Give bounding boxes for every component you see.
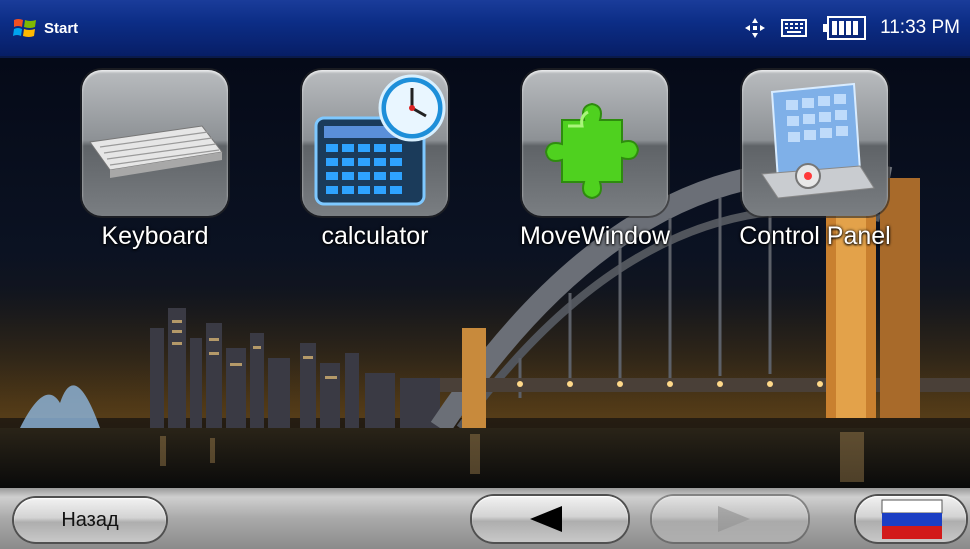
keyboard-icon (89, 125, 223, 178)
calculator-icon (314, 74, 446, 206)
back-button[interactable]: Назад (14, 498, 166, 542)
puzzle-icon (544, 102, 640, 200)
arrow-right-icon (718, 506, 750, 532)
keyboard-tile[interactable] (82, 70, 228, 216)
app-label-control-panel: Control Panel (739, 222, 891, 250)
windows-flag-icon (13, 19, 36, 37)
control-panel-tile[interactable] (742, 70, 888, 216)
movewindow-tile[interactable] (522, 70, 668, 216)
system-tray: 11:33 PM (744, 0, 960, 56)
back-button-label: Назад (61, 509, 119, 531)
arrow-left-icon (530, 506, 562, 532)
app-calculator[interactable]: calculator (275, 70, 475, 251)
desktop: Keyboard calculator MoveWindow Control P… (0, 58, 970, 488)
russian-flag-icon (881, 499, 943, 539)
app-movewindow[interactable]: MoveWindow (495, 70, 695, 251)
screen: Start 11:33 PM Keyboard calculator MoveW… (0, 0, 970, 549)
calculator-tile[interactable] (302, 70, 448, 216)
control-panel-icon (761, 82, 875, 199)
input-panel-icon[interactable] (780, 17, 808, 39)
app-control-panel[interactable]: Control Panel (715, 70, 915, 251)
next-page-button[interactable] (652, 496, 808, 542)
start-button[interactable]: Start (12, 16, 78, 40)
app-label-movewindow: MoveWindow (519, 222, 671, 250)
battery-icon[interactable] (822, 15, 867, 41)
start-label: Start (44, 19, 79, 37)
previous-page-button[interactable] (472, 496, 628, 542)
app-label-keyboard: Keyboard (101, 222, 209, 250)
app-keyboard[interactable]: Keyboard (55, 70, 255, 251)
language-button[interactable] (856, 496, 966, 542)
clock[interactable]: 11:33 PM (880, 17, 960, 39)
bottom-bar: Назад (0, 488, 970, 549)
taskbar: Start 11:33 PM (0, 0, 970, 58)
connectivity-icon[interactable] (744, 17, 766, 39)
app-label-calculator: calculator (321, 222, 429, 250)
